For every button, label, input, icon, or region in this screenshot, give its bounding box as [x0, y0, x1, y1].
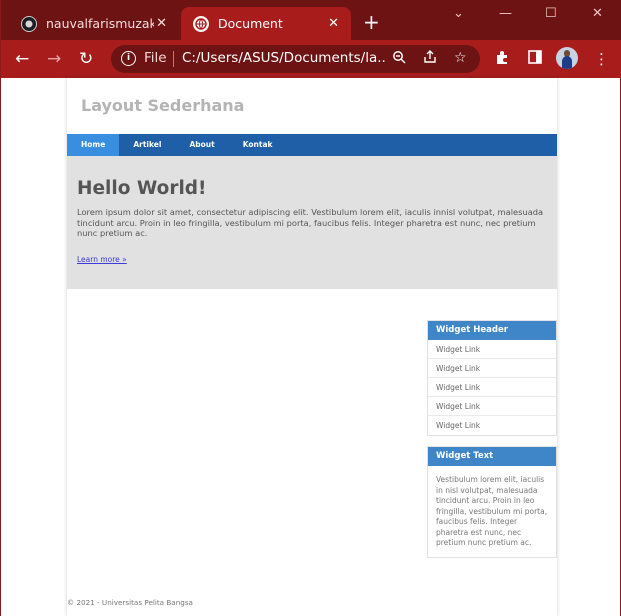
hero-section: Hello World! Lorem ipsum dolor sit amet,… — [67, 156, 557, 289]
extensions-icon[interactable] — [495, 50, 510, 69]
forward-arrow-icon[interactable]: → — [47, 49, 61, 69]
globe-icon — [193, 15, 209, 32]
page-viewport: Layout Sederhana Home Artikel About Kont… — [1, 78, 620, 616]
side-panel-icon[interactable] — [528, 50, 542, 68]
nav-kontak[interactable]: Kontak — [229, 134, 287, 156]
widget-link[interactable]: Widget Link — [428, 359, 556, 378]
nav-about[interactable]: About — [175, 134, 228, 156]
hero-text: Lorem ipsum dolor sit amet, consectetur … — [77, 207, 544, 238]
browser-window: nauvalfarismuzaki/la ✕ Document ✕ + ⌄ — … — [0, 0, 621, 616]
nav-artikel[interactable]: Artikel — [119, 134, 175, 156]
page-container: Layout Sederhana Home Artikel About Kont… — [67, 78, 557, 616]
hero-heading: Hello World! — [77, 178, 207, 199]
close-tab-icon[interactable]: ✕ — [156, 16, 167, 31]
close-tab-icon[interactable]: ✕ — [328, 16, 339, 31]
github-icon — [21, 15, 37, 32]
widget-link[interactable]: Widget Link — [428, 416, 556, 435]
tab-strip: nauvalfarismuzaki/la ✕ Document ✕ + ⌄ — … — [1, 0, 621, 40]
zoom-icon[interactable] — [392, 50, 406, 68]
reload-icon[interactable]: ↻ — [79, 49, 93, 69]
url-scheme: File — [144, 50, 167, 66]
main-nav: Home Artikel About Kontak — [67, 134, 557, 156]
tab-title: nauvalfarismuzaki/la — [46, 16, 154, 31]
widget-text-header: Widget Text — [428, 447, 556, 466]
tab-title: Document — [218, 16, 283, 31]
browser-toolbar: ← → ↻ i File C:/Users/ASUS/Documents/la.… — [1, 40, 621, 78]
widget-link[interactable]: Widget Link — [428, 340, 556, 359]
maximize-button[interactable]: ☐ — [545, 6, 557, 21]
widget-text-body: Vestibulum lorem elit, iaculis in nisl v… — [436, 475, 548, 547]
widget-links: Widget Header Widget Link Widget Link Wi… — [427, 320, 557, 436]
url-text[interactable]: C:/Users/ASUS/Documents/la... — [182, 50, 387, 66]
tab-document[interactable]: Document ✕ — [181, 7, 351, 40]
new-tab-button[interactable]: + — [363, 12, 380, 32]
profile-avatar[interactable] — [556, 47, 578, 69]
menu-kebab-icon[interactable]: ⋮ — [594, 50, 609, 68]
footer-text: © 2021 - Universitas Pelita Bangsa — [67, 598, 193, 607]
back-arrow-icon[interactable]: ← — [15, 49, 29, 69]
info-icon[interactable]: i — [121, 51, 136, 66]
widget-link[interactable]: Widget Link — [428, 397, 556, 416]
window-close-button[interactable]: ✕ — [592, 6, 603, 21]
nav-home[interactable]: Home — [67, 134, 120, 156]
widget-text: Widget Text Vestibulum lorem elit, iacul… — [427, 446, 557, 558]
tab-search-icon[interactable]: ⌄ — [453, 6, 464, 21]
site-title: Layout Sederhana — [81, 96, 245, 115]
minimize-button[interactable]: — — [499, 6, 512, 21]
tab-github[interactable]: nauvalfarismuzaki/la ✕ — [9, 7, 179, 40]
share-icon[interactable] — [423, 50, 437, 68]
widget-header: Widget Header — [428, 321, 556, 340]
site-header: Layout Sederhana — [67, 78, 557, 134]
learn-more-link[interactable]: Learn more » — [77, 255, 127, 264]
address-bar[interactable]: i File C:/Users/ASUS/Documents/la... ☆ — [111, 45, 480, 73]
divider — [173, 51, 174, 67]
bookmark-star-icon[interactable]: ☆ — [454, 50, 467, 66]
widget-link[interactable]: Widget Link — [428, 378, 556, 397]
